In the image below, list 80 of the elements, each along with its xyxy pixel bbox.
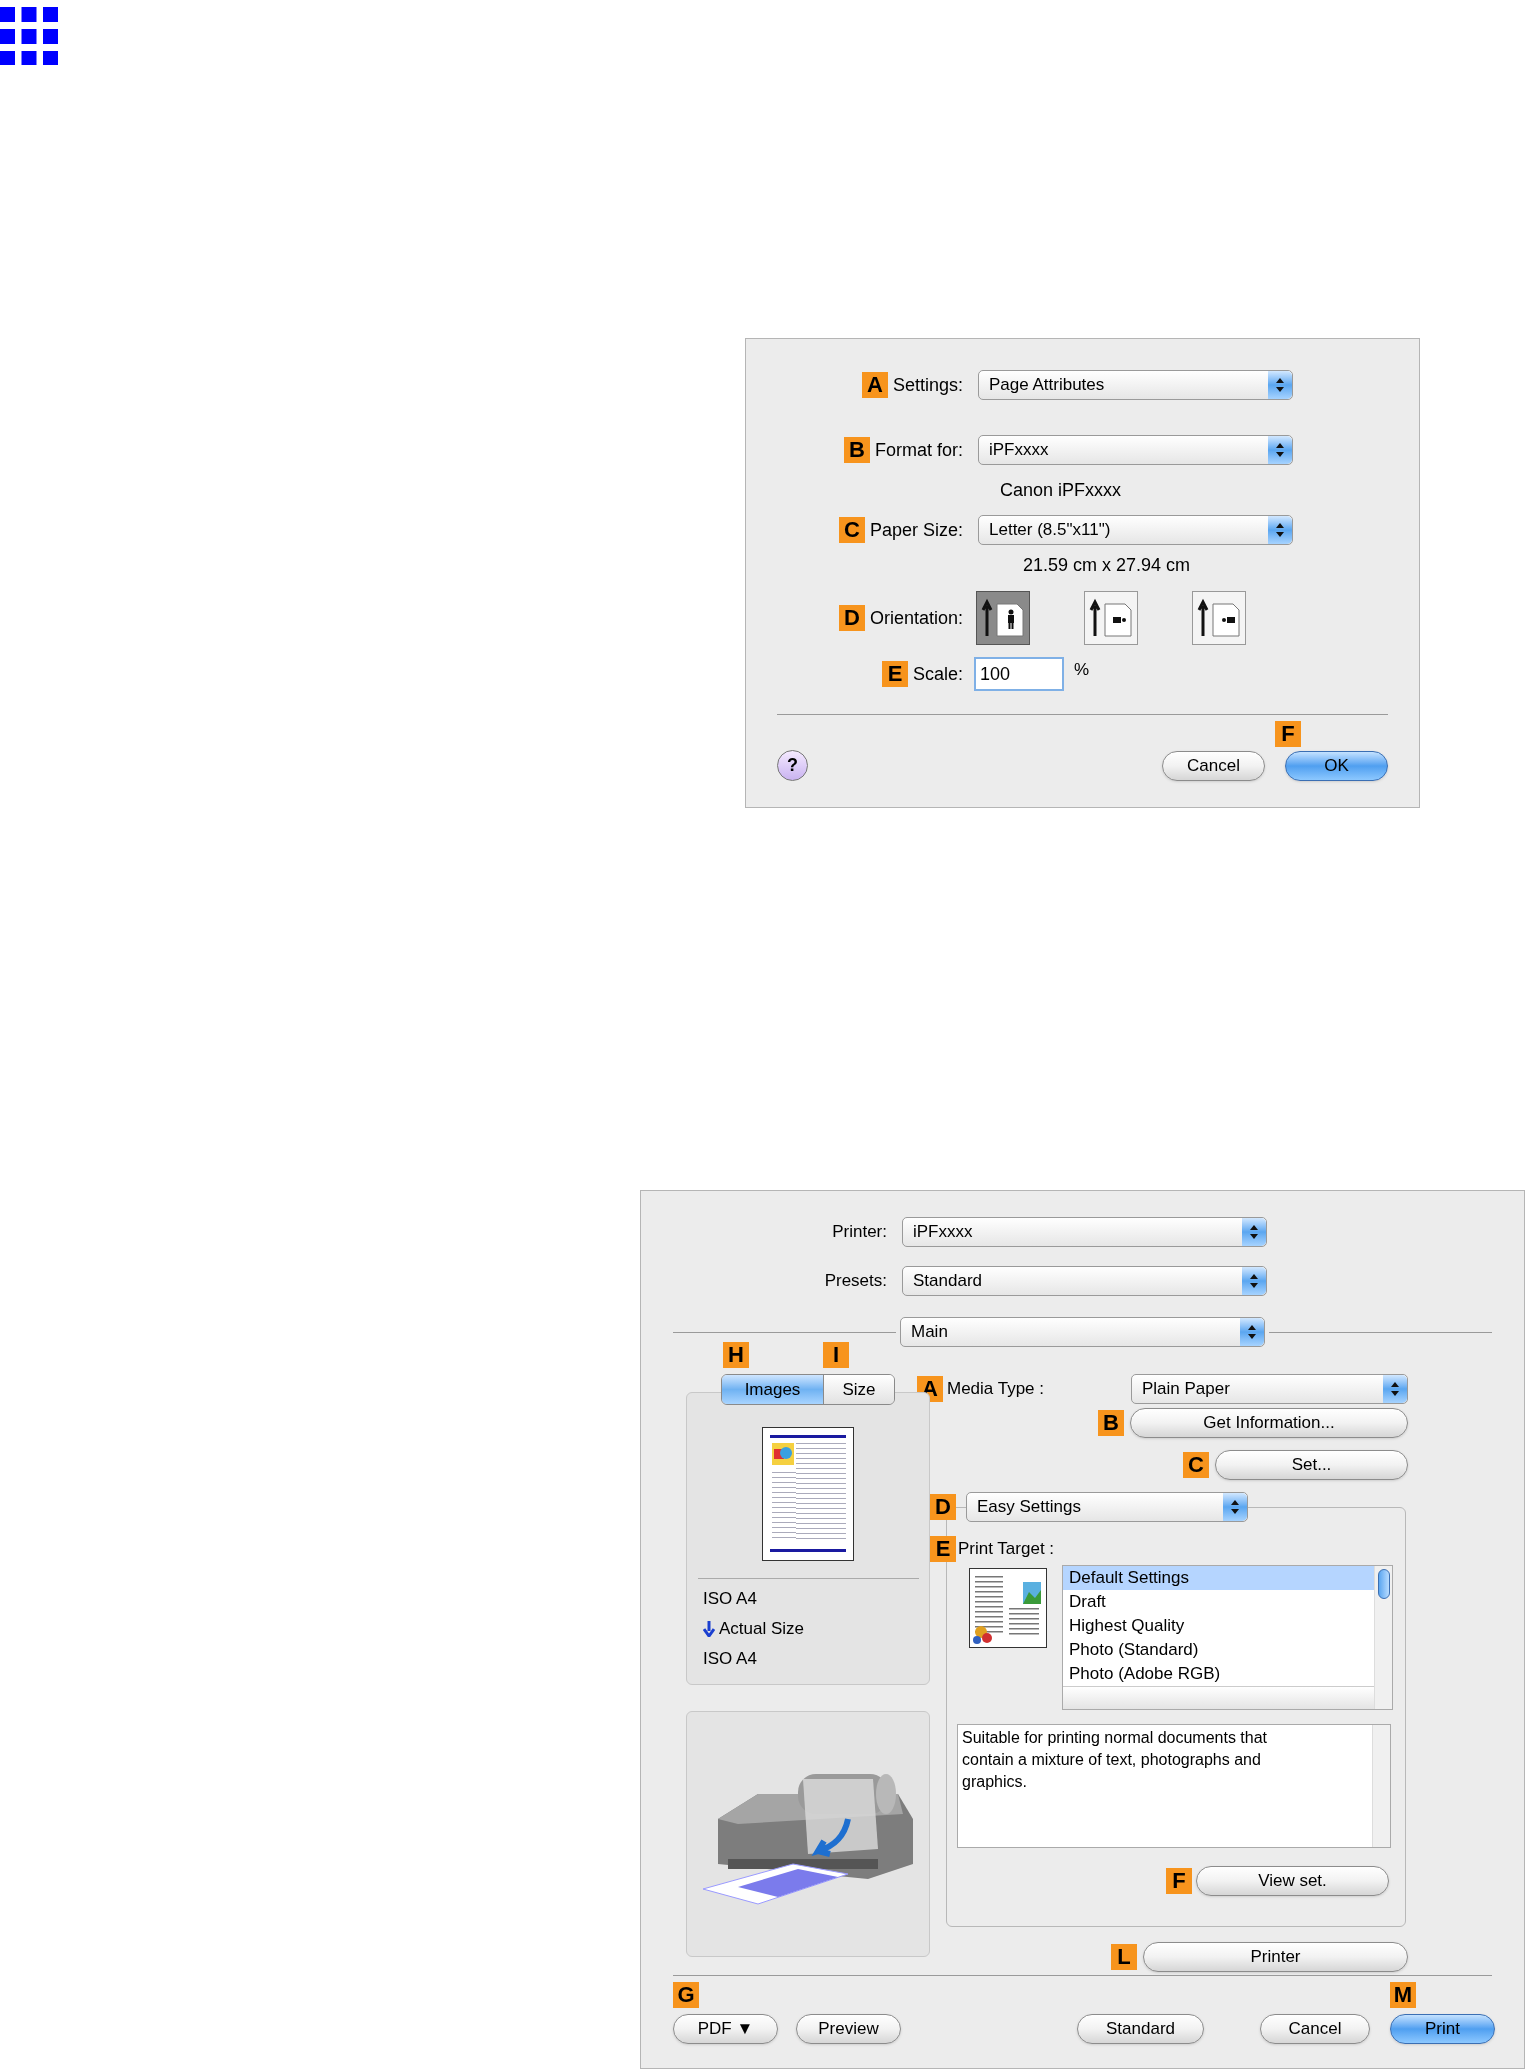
field-label: Settings: (892, 373, 963, 397)
marker-label: F (1275, 721, 1301, 747)
marker-label: C (838, 517, 865, 543)
marker-label: B (1098, 1410, 1124, 1436)
button[interactable]: Get Information... (1130, 1408, 1408, 1438)
field-label: Print Target : (958, 1538, 1055, 1561)
info-text: Canon iPFxxxx (1000, 479, 1122, 502)
info-text: 21.59 cm x 27.94 cm (1023, 554, 1191, 577)
popup-menu[interactable]: Letter (8.5"x11") (978, 515, 1293, 545)
down-arrow-icon (703, 1621, 715, 1637)
updown-arrows-icon (1268, 516, 1292, 544)
button[interactable]: Preview (796, 2013, 901, 2044)
marker-label: L (1111, 1944, 1137, 1970)
description-text: Suitable for printing normal documents that contain a mixture of text, photographs and graphics. (961, 1728, 1269, 1792)
marker-label: D (838, 605, 865, 631)
list-item[interactable]: Default Settings (1063, 1566, 1374, 1590)
marker-label: C (1183, 1452, 1209, 1478)
button[interactable]: Standard (1077, 2013, 1204, 2044)
popup-menu[interactable]: Main (900, 1317, 1265, 1347)
updown-arrows-icon (1242, 1218, 1266, 1246)
orientation-button[interactable] (976, 591, 1030, 645)
info-text: Actual Size (719, 1618, 805, 1641)
help-button[interactable]: ? (777, 750, 808, 781)
popup-menu[interactable]: Plain Paper (1131, 1374, 1408, 1404)
segment-tab[interactable]: Size (824, 1375, 894, 1404)
button[interactable]: Set... (1215, 1450, 1408, 1480)
field-label: Paper Size: (869, 518, 963, 542)
button[interactable]: OK (1285, 751, 1388, 781)
marker-label: E (881, 661, 908, 687)
marker-label: E (930, 1536, 956, 1562)
updown-arrows-icon (1240, 1318, 1264, 1346)
popup-menu[interactable]: Easy Settings (966, 1492, 1248, 1522)
list-item[interactable]: Photo (Standard) (1063, 1638, 1374, 1662)
updown-arrows-icon (1223, 1493, 1247, 1521)
orientation-icon (1089, 598, 1133, 638)
button[interactable]: Print (1390, 2013, 1495, 2044)
list-item[interactable]: Draft (1063, 1590, 1374, 1614)
marker-label: B (844, 437, 870, 463)
updown-arrows-icon (1242, 1267, 1266, 1295)
marker-label: A (861, 372, 888, 398)
scrollbar[interactable] (1372, 1725, 1390, 1847)
updown-arrows-icon (1268, 436, 1292, 464)
segment-tab[interactable]: Images (722, 1375, 824, 1404)
updown-arrows-icon (1383, 1375, 1407, 1403)
button[interactable]: Cancel (1260, 2013, 1370, 2044)
info-text: ISO A4 (703, 1648, 757, 1671)
updown-arrows-icon (1268, 371, 1292, 399)
marker-label: I (823, 1342, 849, 1368)
button[interactable]: PDF ▼ (673, 2013, 778, 2044)
field-label: Format for: (875, 438, 963, 462)
field-label: Scale: (912, 662, 963, 686)
popup-menu[interactable]: Page Attributes (978, 370, 1293, 400)
scrollbar[interactable] (1374, 1566, 1392, 1709)
popup-menu[interactable]: iPFxxxx (902, 1217, 1267, 1247)
orientation-icon (1197, 598, 1241, 638)
grid-icon (0, 7, 58, 65)
field-label: Presets: (823, 1270, 887, 1293)
popup-menu[interactable]: iPFxxxx (978, 435, 1293, 465)
document-thumbnail-icon (969, 1568, 1047, 1648)
button[interactable]: Printer (1143, 1942, 1408, 1972)
list-item[interactable]: Photo (Adobe RGB) (1063, 1662, 1374, 1686)
scale-field[interactable]: 100 (974, 657, 1064, 691)
field-label: Media Type : (947, 1378, 1046, 1401)
marker-label: G (673, 1982, 699, 2008)
list-item[interactable]: Highest Quality (1063, 1614, 1374, 1638)
marker-label: H (723, 1342, 749, 1368)
button[interactable]: View set. (1196, 1866, 1389, 1896)
popup-menu[interactable]: Standard (902, 1266, 1267, 1296)
orientation-icon (981, 598, 1025, 638)
unit-label: % (1074, 659, 1090, 681)
field-label: Printer: (831, 1221, 887, 1244)
marker-label: F (1166, 1868, 1192, 1894)
marker-label: M (1390, 1982, 1416, 2008)
page-preview-icon (762, 1427, 854, 1561)
button[interactable]: Cancel (1162, 751, 1265, 781)
info-text: ISO A4 (703, 1588, 757, 1611)
orientation-button[interactable] (1084, 591, 1138, 645)
field-label: Orientation: (869, 606, 963, 630)
orientation-button[interactable] (1192, 591, 1246, 645)
marker-label: D (930, 1494, 956, 1520)
